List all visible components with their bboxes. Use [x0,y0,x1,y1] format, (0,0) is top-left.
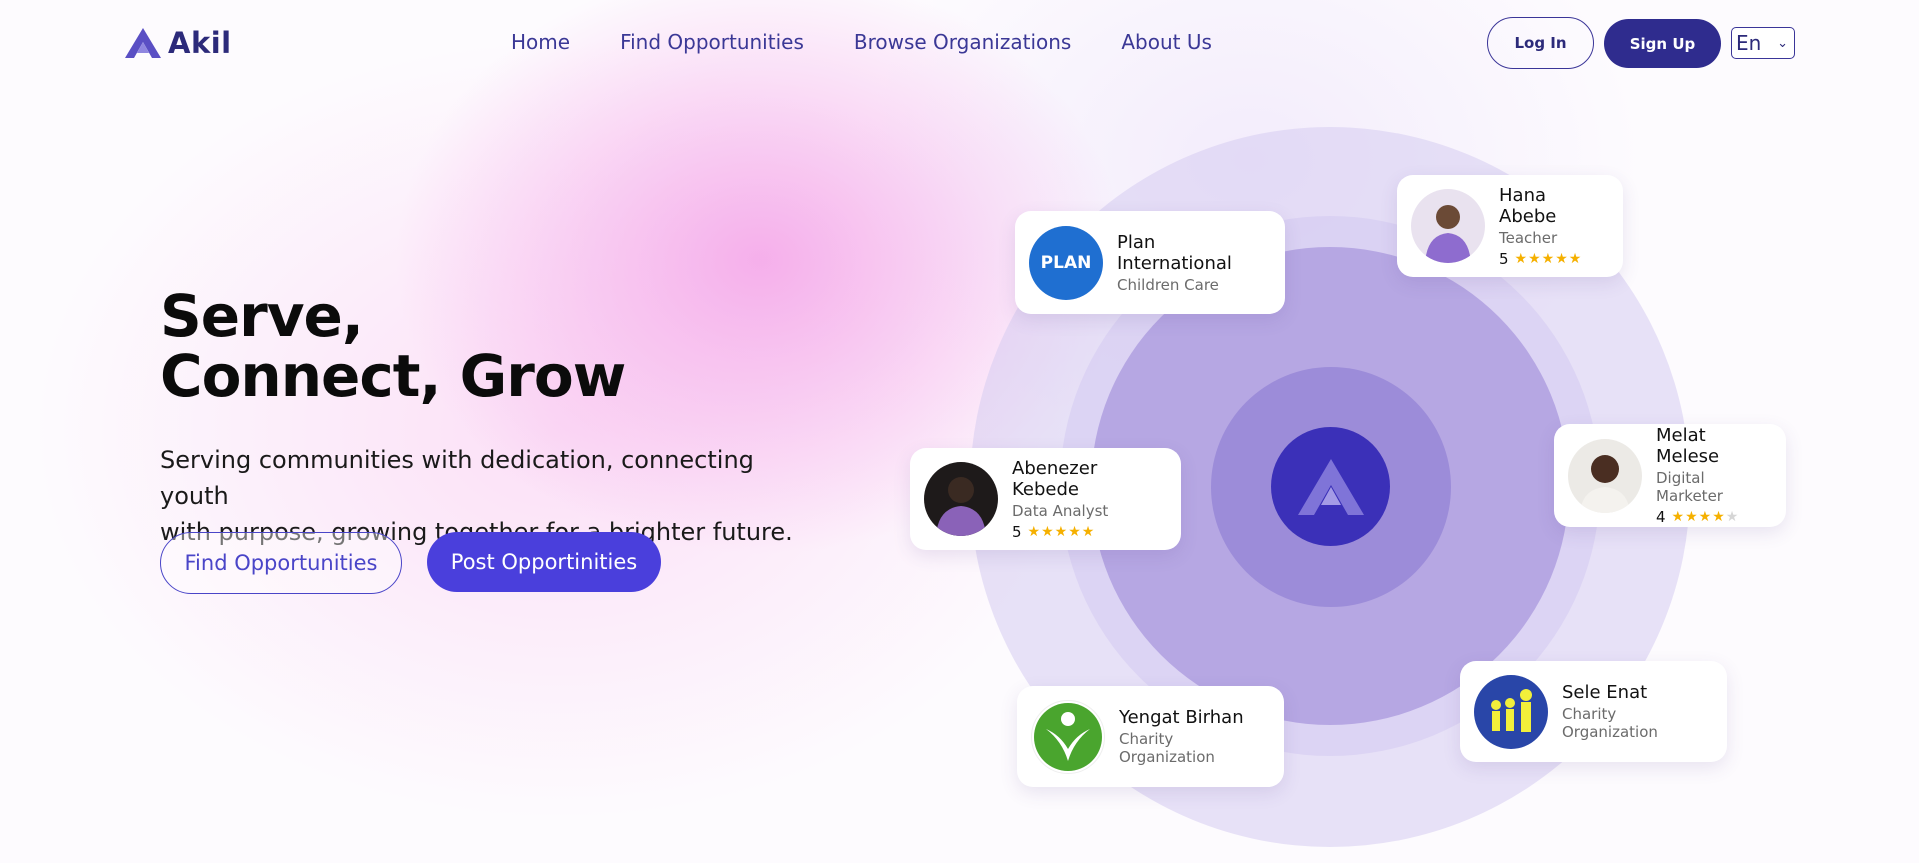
card-role: Data Analyst [1012,501,1109,520]
card-role: Digital Marketer [1656,469,1723,505]
avatar [924,462,998,536]
nav-find-opportunities[interactable]: Find Opportunities [620,30,804,54]
language-select[interactable]: En ⌄ [1731,27,1795,59]
org-card-yengat-birhan[interactable]: Yengat Birhan Charity Organization [1017,686,1284,787]
star-rating-icon: ★★★★★ [1514,250,1583,267]
hero-subtitle-line-1: Serving communities with dedication, con… [160,446,754,510]
card-name: Yengat Birhan [1119,707,1244,728]
akil-logo-icon [125,28,161,58]
logo-text: Akil [168,26,232,60]
card-role: Teacher [1499,228,1558,247]
hero-title-line-2: Connect, Grow [160,342,626,410]
card-name: Melat Melese [1656,425,1720,467]
hero-title: Serve, Connect, Grow [160,282,626,410]
star-rating-icon: ★★★★★ [1671,509,1740,525]
nav-home[interactable]: Home [511,30,570,54]
rating-value: 5 [1012,522,1022,541]
organization-logo-icon [1034,702,1102,771]
rating: 5 ★★★★★ [1012,523,1167,541]
card-role: Charity Organization [1119,730,1215,766]
login-button[interactable]: Log In [1487,17,1594,69]
card-name: Sele Enat [1562,682,1648,703]
find-opportunities-button[interactable]: Find Opportunities [160,532,402,594]
volunteer-card-abenezer-kebede[interactable]: Abenezer Kebede Data Analyst 5 ★★★★★ [910,448,1181,550]
card-name: Plan International [1117,231,1232,274]
chevron-down-icon: ⌄ [1777,35,1788,51]
organization-logo-icon [1491,688,1532,732]
akil-logo-icon [1297,458,1364,515]
card-role: Charity Organization [1562,705,1658,741]
card-name: Hana Abebe [1499,184,1557,227]
rating: 5 ★★★★★ [1499,250,1609,268]
nav-browse-organizations[interactable]: Browse Organizations [854,30,1071,54]
center-logo [1271,427,1390,546]
hero-title-line-1: Serve, [160,282,364,350]
rating-value: 4 [1656,508,1666,526]
avatar [1411,189,1485,263]
org-card-sele-enat[interactable]: Sele Enat Charity Organization [1460,661,1727,762]
plan-international-logo: PLAN [1029,225,1103,300]
person-avatar-icon [1425,205,1471,263]
language-value: En [1736,31,1762,55]
sele-enat-logo [1474,674,1548,749]
nav-about-us[interactable]: About Us [1121,30,1212,54]
signup-button[interactable]: Sign Up [1604,19,1721,68]
logo[interactable]: Akil [124,26,232,60]
org-card-plan-international[interactable]: PLAN Plan International Children Care [1015,211,1285,314]
volunteer-card-hana-abebe[interactable]: Hana Abebe Teacher 5 ★★★★★ [1397,175,1623,277]
person-avatar-icon [936,477,986,536]
card-name: Abenezer Kebede [1012,457,1098,500]
main-nav: Home Find Opportunities Browse Organizat… [511,30,1212,54]
rating-value: 5 [1499,249,1509,268]
post-opportunities-button[interactable]: Post Opportinities [427,532,661,592]
yengat-birhan-logo [1031,699,1105,774]
site-header: Akil Home Find Opportunities Browse Orga… [0,0,1919,86]
rating: 4 ★★★★★ [1656,508,1772,526]
card-role: Children Care [1117,275,1219,294]
avatar [1568,438,1642,513]
star-rating-icon: ★★★★★ [1027,523,1096,540]
volunteer-card-melat-melese[interactable]: Melat Melese Digital Marketer 4 ★★★★★ [1554,424,1786,527]
person-avatar-icon [1580,454,1630,513]
